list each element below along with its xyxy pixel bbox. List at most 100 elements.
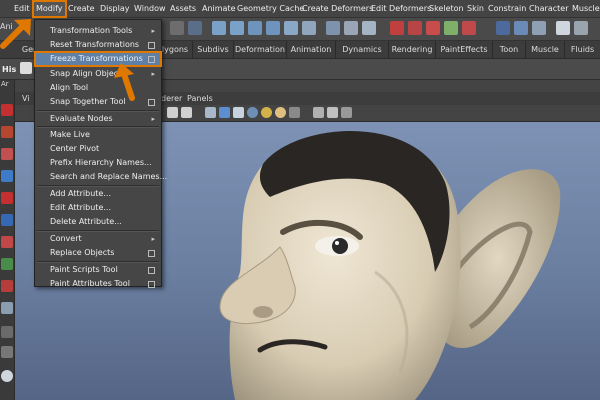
cone-icon[interactable] — [1, 170, 13, 182]
menu-item-label: Delete Attribute... — [50, 217, 122, 226]
main-menubar: Edit Modify Create Display Window Assets… — [0, 0, 600, 18]
menu-muscle[interactable]: Muscle — [572, 3, 600, 15]
menu-edit-deformers[interactable]: Edit Deformers — [371, 3, 431, 15]
menu-modify[interactable]: Modify — [32, 0, 67, 18]
sphere-icon[interactable] — [1, 192, 13, 204]
layout-icon[interactable] — [1, 326, 13, 338]
magnet-icon[interactable] — [284, 21, 298, 35]
paint-select-icon[interactable] — [1, 148, 13, 160]
tab-subdivs[interactable]: Subdivs — [193, 41, 234, 58]
option-box-icon[interactable] — [148, 250, 155, 257]
snap-icon[interactable] — [230, 21, 244, 35]
tab-animation[interactable]: Animation — [287, 41, 336, 58]
lighting-icon[interactable] — [261, 107, 272, 118]
menu-item-paint-scripts-tool[interactable]: Paint Scripts Tool — [35, 263, 161, 277]
snap-icon[interactable] — [302, 21, 316, 35]
tab-toon[interactable]: Toon — [493, 41, 526, 58]
submenu-arrow-icon: ▸ — [151, 235, 155, 243]
toolbar-icon[interactable] — [532, 21, 546, 35]
toolbar-icon[interactable] — [170, 21, 184, 35]
menu-create-deformers[interactable]: Create Deformers — [302, 3, 373, 15]
submenu-arrow-icon: ▸ — [151, 70, 155, 78]
menu-animate[interactable]: Animate — [202, 3, 236, 15]
shadows-icon[interactable] — [275, 107, 286, 118]
tab-fluids[interactable]: Fluids — [565, 41, 600, 58]
textured-icon[interactable] — [247, 107, 258, 118]
menu-skeleton[interactable]: Skeleton — [429, 3, 464, 15]
option-box-icon[interactable] — [148, 42, 155, 49]
film-gate-icon[interactable] — [181, 107, 192, 118]
render-settings-icon[interactable] — [462, 21, 476, 35]
toolbar-icon[interactable] — [574, 21, 588, 35]
menu-item-center-pivot[interactable]: Center Pivot — [35, 142, 161, 156]
menu-item-prefix-hierarchy-names[interactable]: Prefix Hierarchy Names... — [35, 156, 161, 170]
arrow-pointer-icon[interactable] — [1, 104, 13, 116]
menu-item-delete-attribute[interactable]: Delete Attribute... — [35, 215, 161, 229]
attribute-editor-icon[interactable] — [556, 21, 570, 35]
tab-polygons[interactable]: lygons — [158, 41, 193, 58]
history-label: His — [2, 65, 17, 74]
menu-skin[interactable]: Skin — [467, 3, 484, 15]
lattice-icon[interactable] — [1, 258, 13, 270]
tab-painteffects[interactable]: PaintEffects — [436, 41, 493, 58]
toolbar-icon[interactable] — [326, 21, 340, 35]
toolbar-icon[interactable] — [344, 21, 358, 35]
hud-icon[interactable] — [327, 107, 338, 118]
menu-item-make-live[interactable]: Make Live — [35, 128, 161, 142]
ipr-icon[interactable] — [444, 21, 458, 35]
snap-icon[interactable] — [248, 21, 262, 35]
xray-icon[interactable] — [289, 107, 300, 118]
menu-assets[interactable]: Assets — [170, 3, 196, 15]
tab-dynamics[interactable]: Dynamics — [336, 41, 389, 58]
option-box-icon[interactable] — [148, 56, 155, 63]
option-box-icon[interactable] — [148, 267, 155, 274]
grid-icon[interactable] — [167, 107, 178, 118]
toolbar-icon[interactable] — [514, 21, 528, 35]
lasso-tool-icon[interactable] — [1, 126, 13, 138]
menu-create[interactable]: Create — [68, 3, 95, 15]
menu-item-evaluate-nodes[interactable]: Evaluate Nodes ▸ — [35, 112, 161, 126]
tab-rendering[interactable]: Rendering — [389, 41, 436, 58]
panel-menu-panels[interactable]: Panels — [187, 93, 213, 104]
menu-item-edit-attribute[interactable]: Edit Attribute... — [35, 201, 161, 215]
menu-display[interactable]: Display — [100, 3, 130, 15]
tab-deformation[interactable]: Deformation — [234, 41, 287, 58]
dolly-icon[interactable] — [1, 370, 13, 382]
cube-icon[interactable] — [1, 214, 13, 226]
toolbar-icon[interactable] — [188, 21, 202, 35]
menu-item-add-attribute[interactable]: Add Attribute... — [35, 187, 161, 201]
isolate-select-icon[interactable] — [313, 107, 324, 118]
menu-geometry-cache[interactable]: Geometry Cache — [237, 3, 304, 15]
snap-icon[interactable] — [266, 21, 280, 35]
menu-item-convert[interactable]: Convert ▸ — [35, 232, 161, 246]
option-box-icon[interactable] — [148, 99, 155, 106]
menu-character[interactable]: Character — [529, 3, 569, 15]
toolbar-icon[interactable] — [362, 21, 376, 35]
render-icon[interactable] — [390, 21, 404, 35]
wireframe-on-shaded-icon[interactable] — [233, 107, 244, 118]
camera-icon[interactable] — [341, 107, 352, 118]
option-box-icon[interactable] — [148, 281, 155, 288]
render-icon[interactable] — [426, 21, 440, 35]
menu-item-transformation-tools[interactable]: Transformation Tools ▸ — [35, 24, 161, 38]
menu-item-reset-transformations[interactable]: Reset Transformations — [35, 38, 161, 52]
snap-icon[interactable] — [212, 21, 226, 35]
menu-item-label: Convert — [50, 234, 82, 243]
scale-tool-icon[interactable] — [1, 302, 13, 314]
render-icon[interactable] — [408, 21, 422, 35]
menu-constrain[interactable]: Constrain — [488, 3, 526, 15]
tab-muscle[interactable]: Muscle — [526, 41, 565, 58]
menu-edit[interactable]: Edit — [14, 3, 30, 15]
layout-icon[interactable] — [1, 346, 13, 358]
menu-item-replace-objects[interactable]: Replace Objects — [35, 246, 161, 260]
wireframe-icon[interactable] — [205, 107, 216, 118]
menu-item-search-replace-names[interactable]: Search and Replace Names... — [35, 170, 167, 184]
panel-menu-renderer[interactable]: derer — [161, 93, 182, 104]
shelf-item-icon[interactable] — [20, 62, 32, 74]
manipulator-icon[interactable] — [1, 236, 13, 248]
rotate-tool-icon[interactable] — [1, 280, 13, 292]
menu-window[interactable]: Window — [134, 3, 166, 15]
smooth-shade-icon[interactable] — [219, 107, 230, 118]
toolbar-icon[interactable] — [496, 21, 510, 35]
menu-item-paint-attributes-tool[interactable]: Paint Attributes Tool — [35, 277, 161, 291]
